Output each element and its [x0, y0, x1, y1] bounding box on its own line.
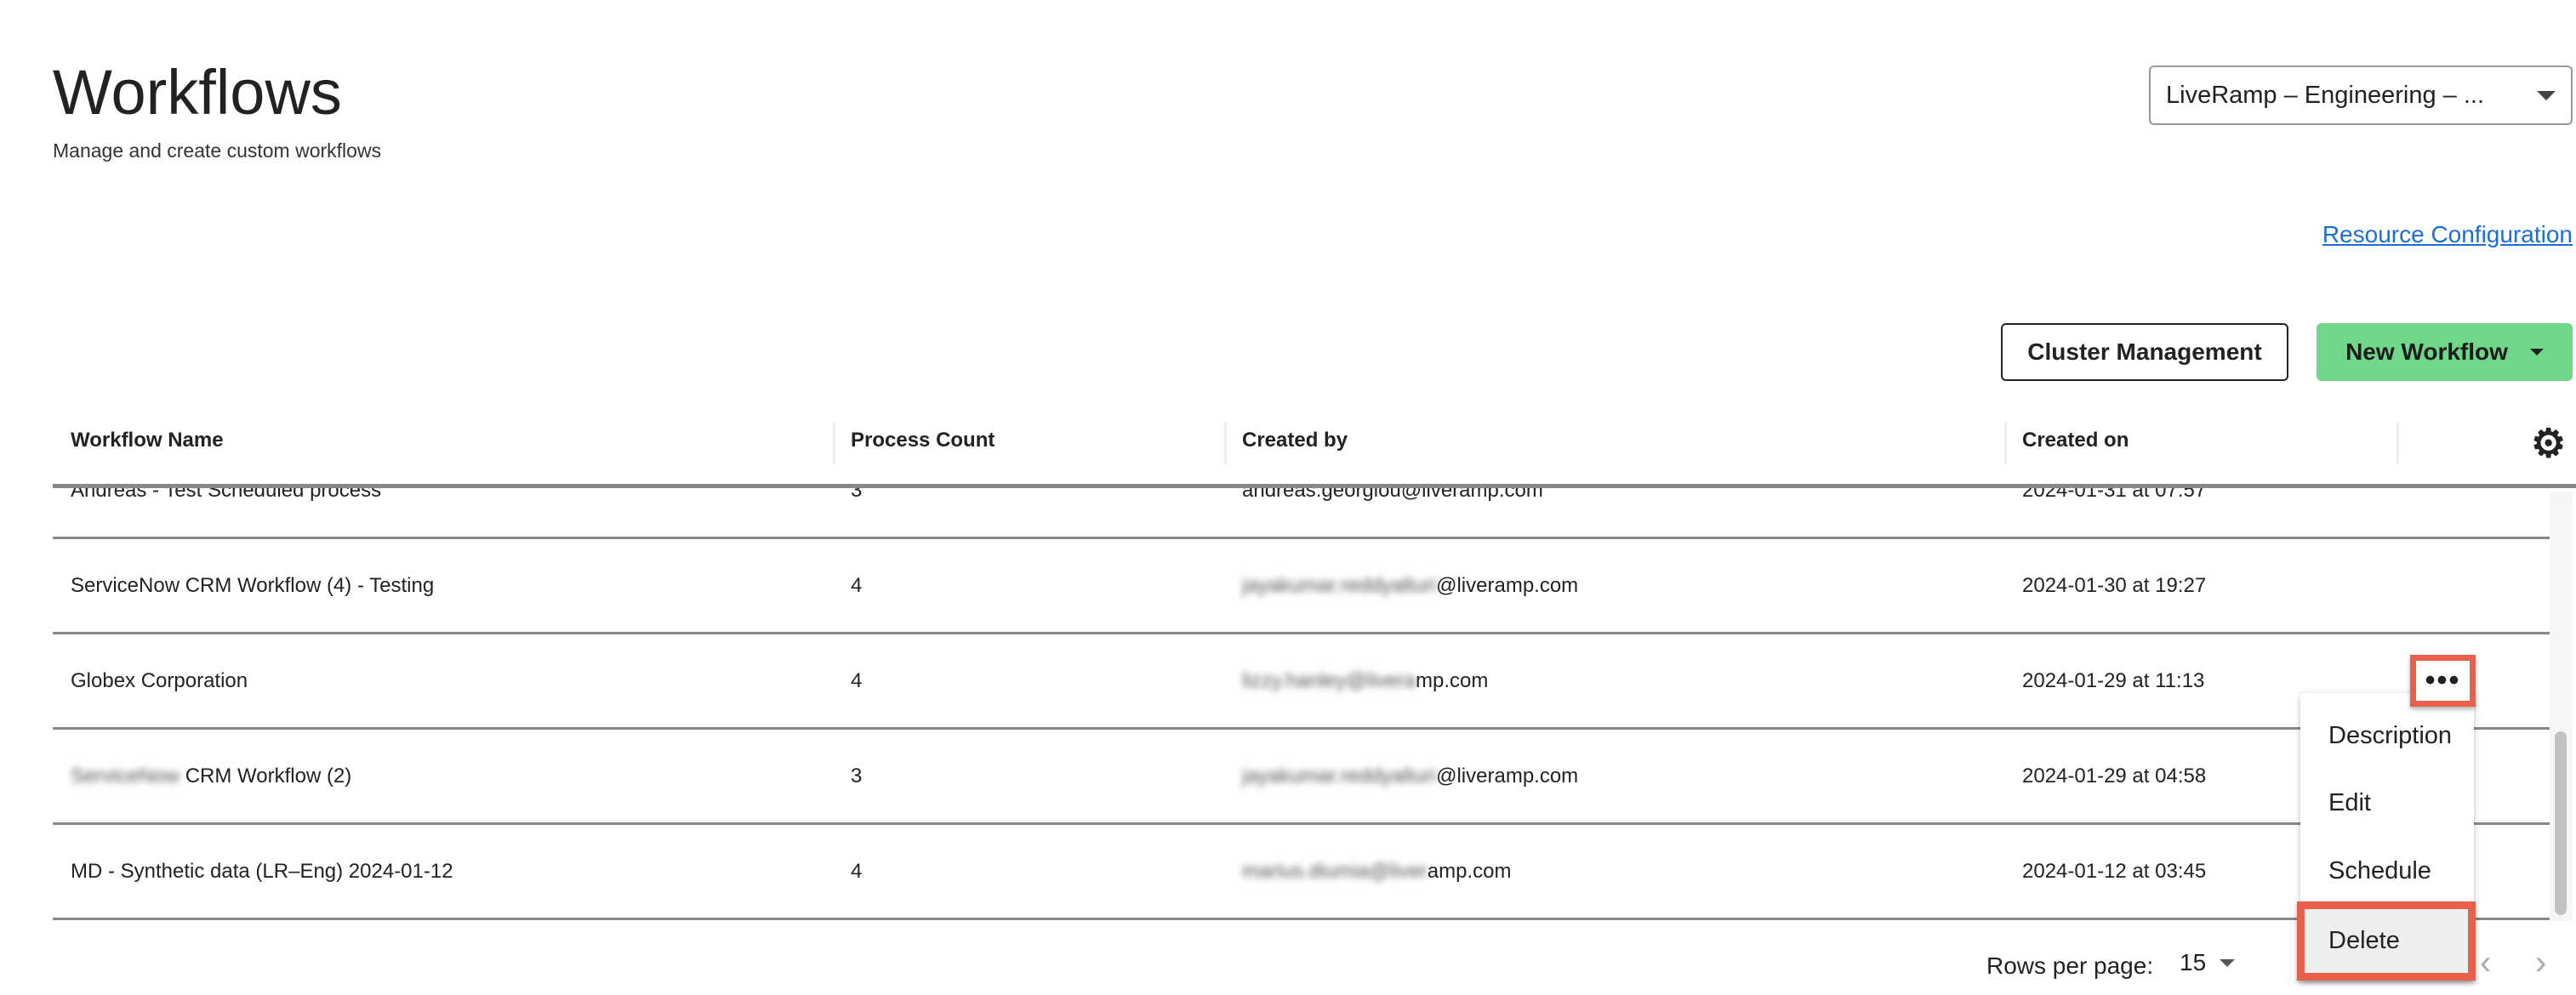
- page-subtitle: Manage and create custom workflows: [53, 139, 382, 162]
- created-on: 2024-01-12 at 03:45: [2022, 859, 2207, 883]
- created-by: mp.com: [1416, 668, 1489, 692]
- workflow-name: MD - Synthetic data (LR–Eng) 2024-01-12: [71, 859, 453, 883]
- scrollbar-thumb[interactable]: [2555, 731, 2567, 915]
- created-by: @liveramp.com: [1436, 764, 1579, 787]
- redacted-text: marius.diumia@liver: [1242, 859, 1428, 883]
- created-on: 2024-01-29 at 11:13: [2022, 668, 2205, 692]
- table-header: Workflow Name Process Count Created by C…: [53, 391, 2576, 488]
- workflow-name-cell: MD - Synthetic data (LR–Eng) 2024-01-12: [71, 825, 453, 918]
- workflow-name-cell: ServiceNow CRM Workflow (4) - Testing: [71, 539, 434, 632]
- column-header-created-on[interactable]: Created on: [2022, 417, 2129, 464]
- column-header-workflow-name[interactable]: Workflow Name: [71, 417, 224, 464]
- workflow-name-cell: Globex Corporation: [71, 634, 248, 727]
- organization-select[interactable]: LiveRamp – Engineering – ...: [2149, 65, 2573, 125]
- table-row[interactable]: ServiceNow CRM Workflow (2) 3 jayakumar.re…: [53, 730, 2550, 825]
- created-on: 2024-01-29 at 04:58: [2022, 764, 2207, 787]
- process-count: 4: [851, 573, 863, 597]
- cluster-management-button[interactable]: Cluster Management: [2001, 323, 2288, 381]
- caret-down-icon: [2537, 90, 2556, 100]
- created-by: @liveramp.com: [1436, 573, 1579, 597]
- row-more-actions-button[interactable]: •••: [2410, 655, 2476, 707]
- new-workflow-button[interactable]: New Workflow: [2317, 323, 2573, 381]
- new-workflow-label: New Workflow: [2345, 338, 2508, 365]
- rows-per-page-select[interactable]: 15: [2180, 949, 2236, 976]
- column-divider: [2004, 422, 2007, 464]
- column-header-created-by[interactable]: Created by: [1242, 417, 1348, 464]
- table-row[interactable]: ServiceNow CRM Workflow (4) - Testing 4 ja…: [53, 539, 2550, 634]
- table-row[interactable]: Globex Corporation 4 lizzy.hanley@liverа mp…: [53, 634, 2550, 730]
- next-page-button[interactable]: ›: [2535, 944, 2546, 982]
- redacted-text: jayakumar.reddyalturi: [1242, 764, 1437, 787]
- menu-item-delete[interactable]: Delete: [2297, 901, 2476, 981]
- rows-per-page-value: 15: [2180, 949, 2207, 975]
- column-header-process-count[interactable]: Process Count: [851, 417, 994, 464]
- gear-icon[interactable]: ⚙: [2531, 424, 2570, 463]
- workflow-name-cell: ServiceNow CRM Workflow (2): [71, 730, 351, 822]
- process-count: 3: [851, 764, 863, 787]
- menu-item-schedule[interactable]: Schedule: [2300, 837, 2474, 905]
- redacted-text: lizzy.hanley@liverа: [1242, 668, 1416, 692]
- menu-item-description[interactable]: Description: [2300, 702, 2474, 770]
- created-on: 2024-01-30 at 19:27: [2022, 573, 2207, 597]
- rows-per-page-label: Rows per page:: [1986, 952, 2154, 979]
- workflow-name: Globex Corporation: [71, 668, 248, 692]
- workflow-name: CRM Workflow (2): [180, 764, 352, 787]
- organization-select-value: LiveRamp – Engineering – ...: [2166, 81, 2484, 109]
- created-by-cell: jayakumar.reddyalturi @liveramp.com: [1242, 730, 1578, 822]
- column-divider: [1224, 422, 1227, 464]
- row-actions-menu: Description Edit Schedule Delete: [2297, 693, 2476, 981]
- menu-item-edit[interactable]: Edit: [2300, 769, 2474, 837]
- process-count: 4: [851, 859, 863, 883]
- created-by-cell: lizzy.hanley@liverа mp.com: [1242, 634, 1488, 727]
- table-row[interactable]: MD - Synthetic data (LR–Eng) 2024-01-12 4…: [53, 825, 2550, 920]
- caret-down-icon: [2220, 958, 2236, 967]
- resource-configuration-link[interactable]: Resource Configuration: [2322, 221, 2573, 248]
- redacted-text: ServiceNow: [71, 764, 180, 787]
- caret-down-icon: [2529, 349, 2544, 355]
- previous-page-button[interactable]: ‹: [2480, 944, 2491, 982]
- column-divider: [2396, 422, 2399, 464]
- workflow-name: ServiceNow CRM Workflow (4) - Testing: [71, 573, 435, 597]
- created-by-cell: jayakumar.reddyalturi @liveramp.com: [1242, 539, 1578, 632]
- page-title: Workflows: [53, 57, 342, 128]
- column-divider: [833, 422, 835, 464]
- created-by: amp.com: [1427, 859, 1512, 883]
- redacted-text: jayakumar.reddyalturi: [1242, 573, 1437, 597]
- created-by-cell: marius.diumia@liver amp.com: [1242, 825, 1511, 918]
- process-count: 4: [851, 668, 863, 692]
